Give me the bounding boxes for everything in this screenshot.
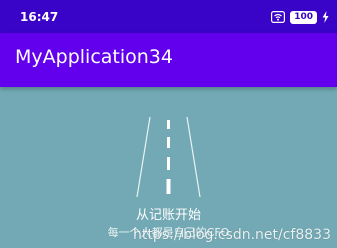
status-time: 16:47 — [20, 10, 59, 24]
watermark-text: https://blog.csdn.net/cf8833 — [132, 227, 331, 243]
app-bar: MyApplication34 — [0, 33, 337, 87]
wifi-icon — [271, 11, 286, 23]
status-icons: 100 — [271, 9, 329, 25]
charging-icon — [322, 11, 329, 23]
app-title: MyApplication34 — [15, 46, 173, 68]
battery-icon: 100 — [290, 10, 317, 24]
status-bar: 16:47 100 — [0, 0, 337, 33]
headline-text: 从记账开始 — [135, 208, 201, 223]
splash-content: 从记账开始 每一个人都是自己的CFO https://blog.csdn.net… — [0, 87, 337, 248]
